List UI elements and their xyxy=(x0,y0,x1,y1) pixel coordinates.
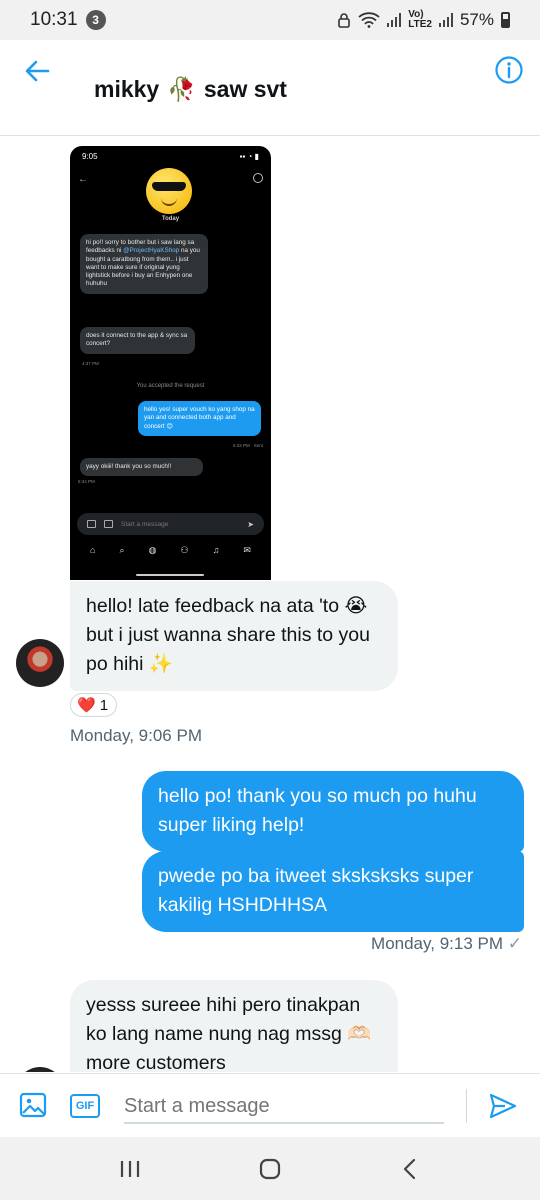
screenshot-home-indicator xyxy=(136,574,204,576)
network-label: Vo) LTE2 xyxy=(408,10,432,30)
screenshot-message-2-time: 4:37 PM xyxy=(82,361,99,366)
alarm-lock-icon xyxy=(338,13,351,28)
status-time: 10:31 xyxy=(30,9,78,30)
message-list[interactable]: 9:05 ▪▪ ◔ ▮ ← Today hi po!! sorry to bot… xyxy=(0,137,540,1072)
screenshot-grok-icon: ◍ xyxy=(148,545,157,555)
contact-emoji: 🥀 xyxy=(167,76,196,102)
screenshot-info-icon xyxy=(253,173,263,183)
message-timestamp-1: Monday, 9:06 PM xyxy=(70,726,202,745)
screenshot-send-icon: ➤ xyxy=(247,519,254,529)
contact-avatar[interactable] xyxy=(16,639,64,687)
screenshot-day-label: Today xyxy=(161,216,180,222)
signal-bars-icon xyxy=(387,13,402,27)
screenshot-image-icon xyxy=(87,520,96,528)
back-arrow-icon[interactable] xyxy=(22,56,52,86)
sunglasses-emoji-avatar xyxy=(146,168,192,214)
status-bar: 10:31 3 Vo) LTE2 57% xyxy=(0,0,540,40)
contact-name: mikky xyxy=(94,76,160,102)
message-timestamp-2: Monday, 9:13 PM ✓ xyxy=(371,934,522,954)
send-icon[interactable] xyxy=(488,1091,518,1121)
screenshot-message-1: hi po!! sorry to bother but i saw lang s… xyxy=(80,234,208,294)
screenshot-time: 9:05 xyxy=(82,152,98,161)
screenshot-bell-icon: ♫ xyxy=(212,545,220,555)
outgoing-message-1[interactable]: hello po! thank you so much po huhu supe… xyxy=(142,771,524,852)
screenshot-mail-icon: ✉ xyxy=(243,545,251,555)
conversation-title[interactable]: mikky 🥀 saw svt xyxy=(94,76,287,103)
gif-button[interactable]: GIF xyxy=(70,1094,100,1118)
wifi-icon xyxy=(358,12,380,28)
screenshot-system-message: You accepted the request xyxy=(136,383,205,389)
signal-bars-2-icon xyxy=(438,13,453,27)
screenshot-message-3: yayy okiii! thank you so much!! xyxy=(80,458,203,477)
recent-apps-icon[interactable] xyxy=(118,1158,142,1180)
screenshot-message-3-time: 5:34 PM xyxy=(78,479,95,484)
reaction-badge[interactable]: ❤️ 1 xyxy=(70,693,118,717)
incoming-message-2[interactable]: yesss sureee hihi pero tinakpan ko lang … xyxy=(70,980,398,1072)
contact-avatar-2[interactable] xyxy=(16,1067,64,1072)
incoming-message-1[interactable]: hello! late feedback na ata 'to 😭 but i … xyxy=(70,581,398,691)
screenshot-nav-bar: ⌂ ⌕ ◍ ⚇ ♫ ✉ xyxy=(70,545,271,556)
status-indicators: Vo) LTE2 57% xyxy=(337,10,510,30)
home-icon[interactable] xyxy=(258,1157,282,1181)
shared-screenshot-image[interactable]: 9:05 ▪▪ ◔ ▮ ← Today hi po!! sorry to bot… xyxy=(70,146,271,580)
battery-icon xyxy=(501,12,510,28)
screenshot-message-2: does it connect to the app & sync sa con… xyxy=(80,327,195,354)
screenshot-status-bar: 9:05 ▪▪ ◔ ▮ xyxy=(82,152,259,161)
network-lte-label: LTE2 xyxy=(408,19,432,30)
screenshot-compose-placeholder: Start a message xyxy=(121,520,169,528)
conversation-header: mikky 🥀 saw svt xyxy=(0,40,540,136)
sent-check-icon: ✓ xyxy=(507,934,522,953)
system-navigation-bar xyxy=(0,1137,540,1200)
screenshot-search-icon: ⌕ xyxy=(119,545,125,555)
contact-suffix: saw svt xyxy=(203,76,287,102)
screenshot-compose-bar: Start a message ➤ xyxy=(77,513,264,535)
outgoing-message-2[interactable]: pwede po ba itweet sksksksks super kakil… xyxy=(142,851,524,932)
screenshot-reply-time: 5:32 PM · Sent xyxy=(232,443,263,448)
screenshot-communities-icon: ⚇ xyxy=(180,545,189,555)
compose-divider xyxy=(466,1089,467,1123)
back-icon[interactable] xyxy=(398,1157,422,1181)
battery-percent: 57% xyxy=(459,10,494,29)
info-icon[interactable] xyxy=(494,55,524,85)
message-input[interactable] xyxy=(124,1090,444,1124)
screenshot-home-icon: ⌂ xyxy=(90,545,96,555)
message-timestamp-2-text: Monday, 9:13 PM xyxy=(371,934,504,953)
image-icon[interactable] xyxy=(19,1091,47,1119)
screenshot-reply-message: hello yes! super vouch ko yang shop na y… xyxy=(138,401,261,436)
screenshot-gif-icon xyxy=(104,520,113,528)
screenshot-back-icon: ← xyxy=(78,174,88,185)
notification-count-badge: 3 xyxy=(85,10,106,30)
screenshot-mention-link: @ProjectHyaKShop xyxy=(123,247,180,255)
screenshot-signal-icon: ▪▪ ◔ ▮ xyxy=(239,152,259,161)
heart-reaction-icon: ❤️ xyxy=(77,697,96,714)
compose-bar: GIF xyxy=(0,1073,540,1137)
reaction-count: 1 xyxy=(99,696,109,714)
